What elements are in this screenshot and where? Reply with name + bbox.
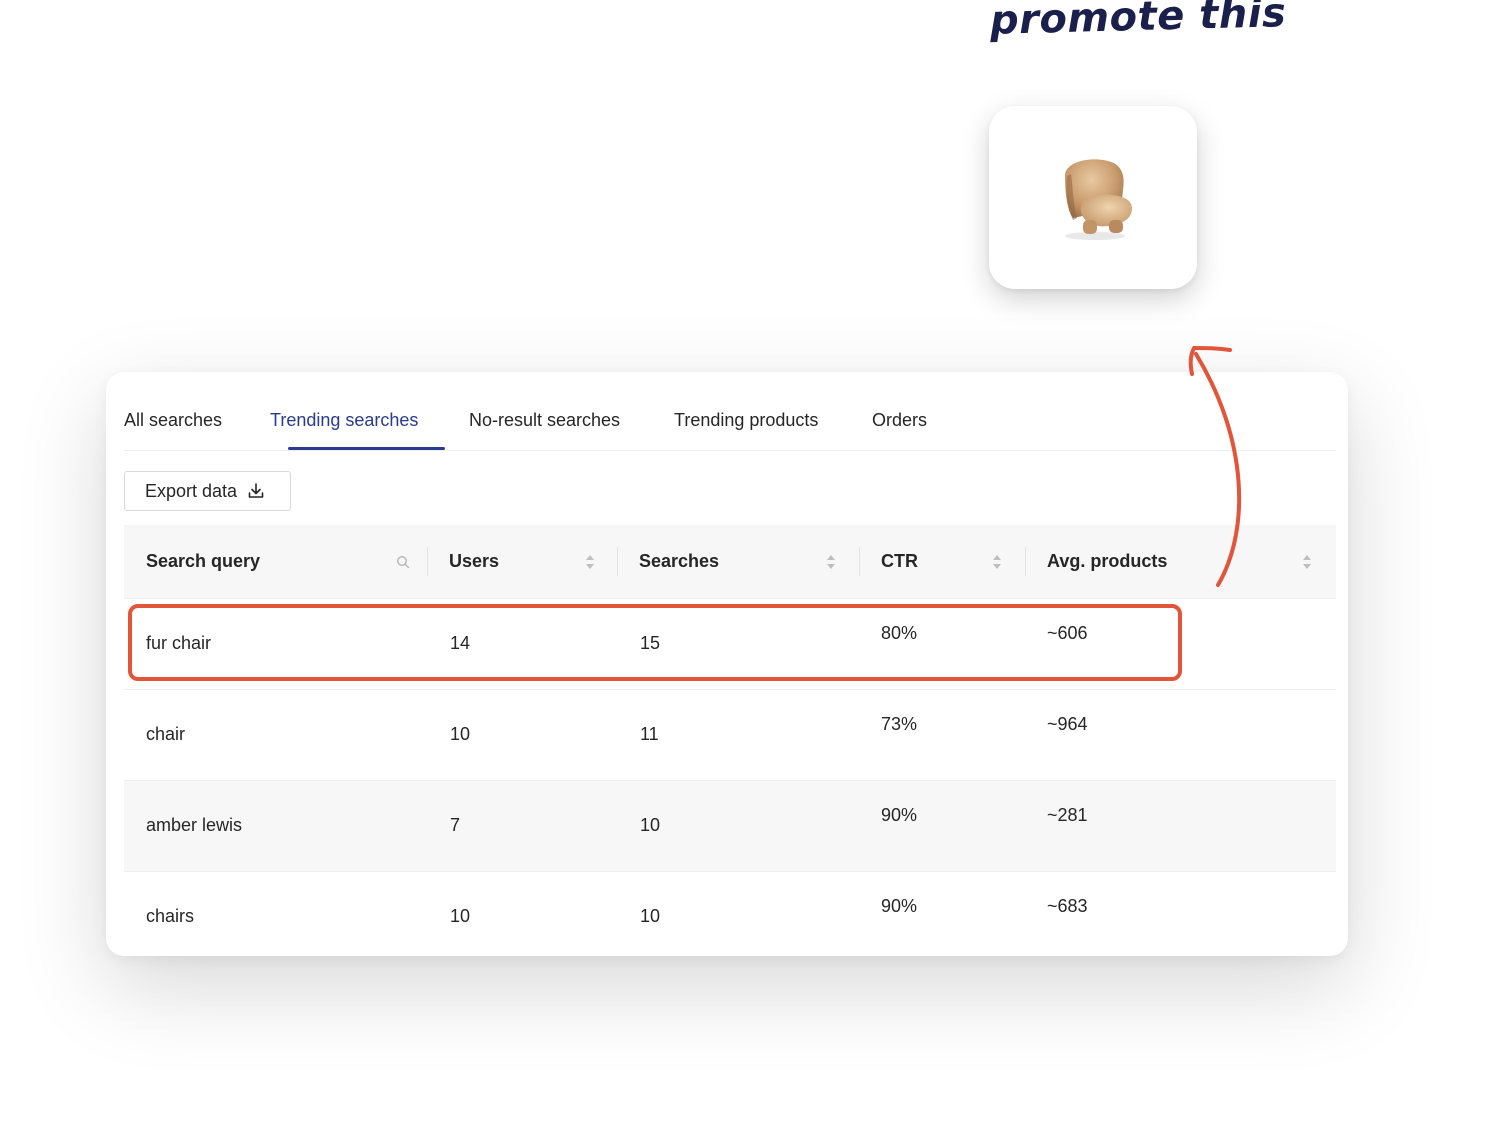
tab-orders[interactable]: Orders — [872, 410, 927, 431]
table-row[interactable]: fur chair 14 15 80% ~606 — [124, 599, 1336, 690]
column-header-search-query: Search query — [146, 551, 261, 571]
cell-avg-products: ~683 — [1047, 896, 1088, 916]
table-row[interactable]: amber lewis 7 10 90% ~281 — [124, 781, 1336, 872]
cell-ctr: 80% — [881, 623, 918, 643]
cell-searches: 15 — [640, 633, 661, 653]
cell-ctr: 73% — [881, 714, 918, 734]
table-row[interactable]: chair 10 11 73% ~964 — [124, 690, 1336, 781]
cell-query: chair — [146, 724, 186, 744]
cell-ctr: 90% — [881, 896, 918, 916]
trending-searches-table: Search query Users Searches CTR Avg. pro… — [124, 525, 1336, 956]
product-card[interactable] — [989, 106, 1197, 289]
cell-users: 7 — [450, 815, 461, 835]
sort-icon[interactable] — [825, 525, 837, 598]
cell-searches: 10 — [640, 815, 661, 835]
export-data-label: Export data — [145, 480, 238, 501]
cell-users: 14 — [450, 633, 471, 653]
sort-icon[interactable] — [1301, 525, 1313, 598]
table-row[interactable]: chairs 10 10 90% ~683 — [124, 872, 1336, 956]
cell-searches: 10 — [640, 906, 661, 926]
cell-query: amber lewis — [146, 815, 243, 835]
cell-avg-products: ~606 — [1047, 623, 1088, 643]
column-divider — [617, 547, 618, 576]
annotation-text: promote this — [989, 0, 1287, 44]
cell-ctr: 90% — [881, 805, 918, 825]
sort-icon[interactable] — [991, 525, 1003, 598]
column-header-users[interactable]: Users — [449, 525, 499, 598]
cell-searches: 11 — [640, 724, 659, 744]
export-data-button[interactable]: Export data — [124, 471, 291, 511]
column-header-avg-products[interactable]: Avg. products — [1047, 525, 1167, 598]
curved-arrow-icon — [1188, 346, 1242, 587]
cell-query: chairs — [146, 906, 195, 926]
table-header: Search query Users Searches CTR Avg. pro… — [124, 525, 1336, 599]
stage: promote this All searches Trending searc… — [0, 0, 1485, 1132]
tab-all-searches[interactable]: All searches — [124, 410, 222, 431]
tab-trending-searches[interactable]: Trending searches — [270, 410, 418, 431]
active-tab-indicator — [288, 447, 445, 450]
download-icon — [247, 482, 265, 500]
cell-query: fur chair — [146, 633, 212, 653]
tab-trending-products[interactable]: Trending products — [674, 410, 818, 431]
cell-users: 10 — [450, 906, 471, 926]
column-header-ctr[interactable]: CTR — [881, 525, 918, 598]
armchair-icon — [1065, 158, 1133, 240]
column-divider — [427, 547, 428, 576]
search-icon[interactable] — [396, 525, 410, 598]
cell-avg-products: ~281 — [1047, 805, 1088, 825]
sort-icon[interactable] — [584, 525, 596, 598]
column-divider — [1025, 547, 1026, 576]
column-header-searches[interactable]: Searches — [639, 525, 719, 598]
cell-users: 10 — [450, 724, 471, 744]
cell-avg-products: ~964 — [1047, 714, 1088, 734]
search-analytics-panel: All searches Trending searches No-result… — [106, 372, 1348, 956]
column-divider — [859, 547, 860, 576]
tab-no-result-searches[interactable]: No-result searches — [469, 410, 620, 431]
tab-bar: All searches Trending searches No-result… — [124, 372, 1336, 451]
